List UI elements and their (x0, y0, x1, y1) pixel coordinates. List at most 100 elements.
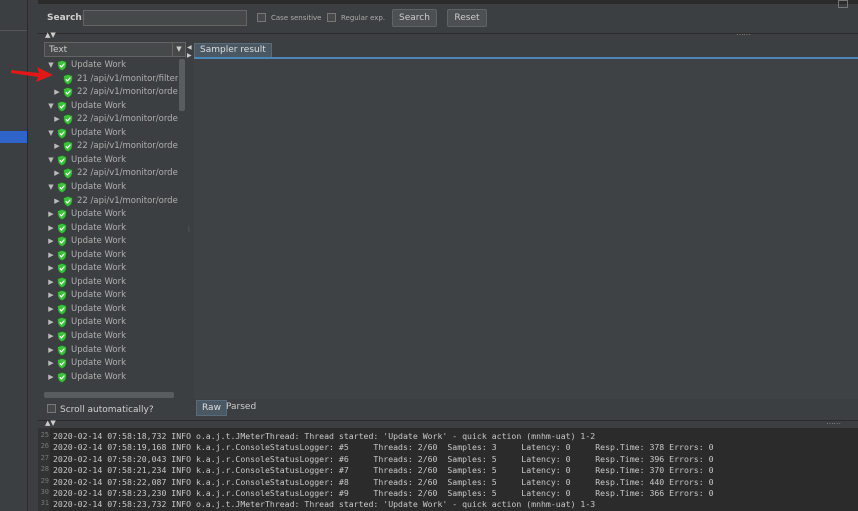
collapse-up-icon[interactable]: ▲▼ (45, 31, 56, 39)
line-number: 27 (40, 453, 49, 462)
success-shield-icon (57, 236, 67, 247)
tree-horizontal-scrollbar[interactable] (44, 392, 174, 398)
splitter-grip-icon[interactable]: ⋮ (186, 227, 192, 233)
tree-expanded-icon[interactable]: ▼ (47, 181, 55, 194)
regular-exp-checkbox[interactable] (327, 13, 336, 22)
reset-button[interactable]: Reset (447, 9, 487, 27)
tree-collapsed-icon[interactable]: ▶ (47, 371, 55, 384)
scroll-automatically-checkbox[interactable] (47, 404, 56, 413)
tree-collapsed-icon[interactable]: ▶ (47, 249, 55, 262)
log-text: 2020-02-14 07:58:23,230 INFO k.a.j.r.Con… (53, 488, 714, 498)
search-label: Search: (47, 13, 86, 23)
tree-collapsed-icon[interactable]: ▶ (47, 344, 55, 357)
renderer-select-value: Text (49, 45, 68, 55)
success-shield-icon (57, 209, 67, 220)
tree-expanded-icon[interactable]: ▼ (47, 127, 55, 140)
results-tree[interactable]: ▼ Update Work 21 /api/v1/monitor/filters ▶ 2… (44, 59, 178, 392)
tree-collapsed-icon[interactable]: ▶ (53, 140, 61, 153)
case-sensitive-checkbox[interactable] (257, 13, 266, 22)
tree-node-label: Update Work (71, 209, 127, 220)
tree-node-label: Update Work (71, 181, 127, 192)
tree-collapsed-icon[interactable]: ▶ (53, 86, 61, 99)
tree-expanded-icon[interactable]: ▼ (47, 100, 55, 113)
success-shield-icon (57, 331, 67, 342)
success-shield-icon (57, 249, 67, 261)
tree-node-label: Update Work (71, 154, 127, 165)
line-number: 28 (40, 465, 49, 474)
console-divider (38, 420, 858, 421)
tree-node-label: Update Work (71, 222, 127, 233)
success-shield-icon (57, 304, 67, 315)
tree-node-label: Update Work (71, 276, 127, 287)
success-shield-icon (63, 114, 73, 126)
log-text: 2020-02-14 07:58:23,732 INFO o.a.j.t.JMe… (53, 499, 596, 510)
vertical-splitter[interactable]: ◀ ▶ ⋮ (186, 42, 193, 400)
success-shield-icon (63, 87, 73, 98)
tree-node-label: Update Work (71, 344, 127, 355)
tree-scroll-thumb[interactable] (179, 59, 185, 111)
search-button[interactable]: Search (392, 9, 437, 27)
tree-collapsed-icon[interactable]: ▶ (47, 208, 55, 221)
tree-node-label: 22 /api/v1/monitor/orders. (77, 168, 178, 179)
red-arrow-annotation-icon (11, 67, 53, 82)
log-text: 2020-02-14 07:58:19,168 INFO k.a.j.r.Con… (53, 442, 714, 453)
tree-collapsed-icon[interactable]: ▶ (47, 262, 55, 275)
success-shield-icon (57, 344, 67, 356)
log-text: 2020-02-14 07:58:21,234 INFO k.a.j.r.Con… (53, 465, 714, 476)
tree-collapsed-icon[interactable]: ▶ (47, 222, 55, 235)
top-border (38, 0, 858, 4)
view-results-tree: Search: Case sensitive Regular exp. Sear… (38, 0, 858, 511)
chevron-down-icon[interactable]: ▼ (172, 43, 185, 56)
success-shield-icon (57, 127, 67, 139)
success-shield-icon (63, 168, 73, 180)
tree-collapsed-icon[interactable]: ▶ (47, 235, 55, 248)
renderer-select[interactable]: Text ▼ (44, 42, 186, 57)
success-shield-icon (57, 155, 67, 166)
tree-collapsed-icon[interactable]: ▶ (53, 113, 61, 126)
tree-collapsed-icon[interactable]: ▶ (53, 167, 61, 180)
scroll-automatically-option[interactable]: Scroll automatically? (47, 403, 154, 415)
line-number: 30 (40, 488, 49, 496)
log-text: 2020-02-14 07:58:20,043 INFO k.a.j.r.Con… (53, 453, 714, 464)
tree-collapsed-icon[interactable]: ▶ (47, 316, 55, 329)
splitter-grip-icon[interactable]: ⋯⋯ (826, 419, 841, 428)
search-input[interactable] (83, 10, 247, 26)
collapse-right-icon[interactable]: ▶ (187, 52, 192, 59)
tree-node-label: 22 /api/v1/monitor/orders. (77, 195, 178, 206)
close-icon[interactable] (838, 0, 848, 8)
success-shield-icon (63, 195, 73, 207)
collapse-up-icon[interactable]: ▲▼ (45, 419, 56, 427)
tree-collapsed-icon[interactable]: ▶ (53, 195, 61, 208)
result-panel: Sampler result Raw Parsed (194, 42, 858, 418)
splitter-grip-icon[interactable]: ⋯⋯ (736, 30, 751, 39)
tree-node-label: Update Work (71, 127, 127, 138)
success-shield-icon (57, 100, 67, 112)
tree-collapsed-icon[interactable]: ▶ (47, 330, 55, 343)
tree-collapsed-icon[interactable]: ▶ (47, 357, 55, 370)
collapse-left-icon[interactable]: ◀ (187, 44, 192, 51)
tree-collapsed-icon[interactable]: ▶ (47, 303, 55, 316)
success-shield-icon (57, 263, 67, 275)
tree-node-label: Update Work (71, 249, 127, 260)
tree-collapsed-icon[interactable]: ▶ (47, 289, 55, 302)
sampler-result-content (194, 57, 858, 399)
tree-node-label: 22 /api/v1/monitor/orders. (77, 87, 178, 98)
tree-node-label: Update Work (71, 100, 127, 111)
success-shield-icon (63, 73, 73, 85)
line-number: 29 (40, 476, 49, 485)
tree-node-label: Update Work (71, 290, 127, 301)
tree-node-label: Update Work (71, 331, 127, 341)
left-strip-selection[interactable] (0, 131, 27, 143)
tree-expanded-icon[interactable]: ▼ (47, 154, 55, 167)
tree-node-label: Update Work (71, 358, 127, 369)
tree-node-label: Update Work (71, 263, 127, 274)
search-bar: Search: Case sensitive Regular exp. Sear… (38, 8, 858, 30)
success-shield-icon (57, 276, 67, 288)
tree-vertical-scrollbar[interactable] (178, 59, 186, 392)
success-shield-icon (57, 317, 67, 329)
case-sensitive-label: Case sensitive (271, 14, 322, 22)
line-number: 25 (40, 431, 49, 439)
tab-parsed[interactable]: Parsed (221, 400, 261, 414)
log-console[interactable]: 25 2020-02-14 07:58:18,732 INFO o.a.j.t.J… (38, 428, 858, 511)
tree-collapsed-icon[interactable]: ▶ (47, 276, 55, 289)
